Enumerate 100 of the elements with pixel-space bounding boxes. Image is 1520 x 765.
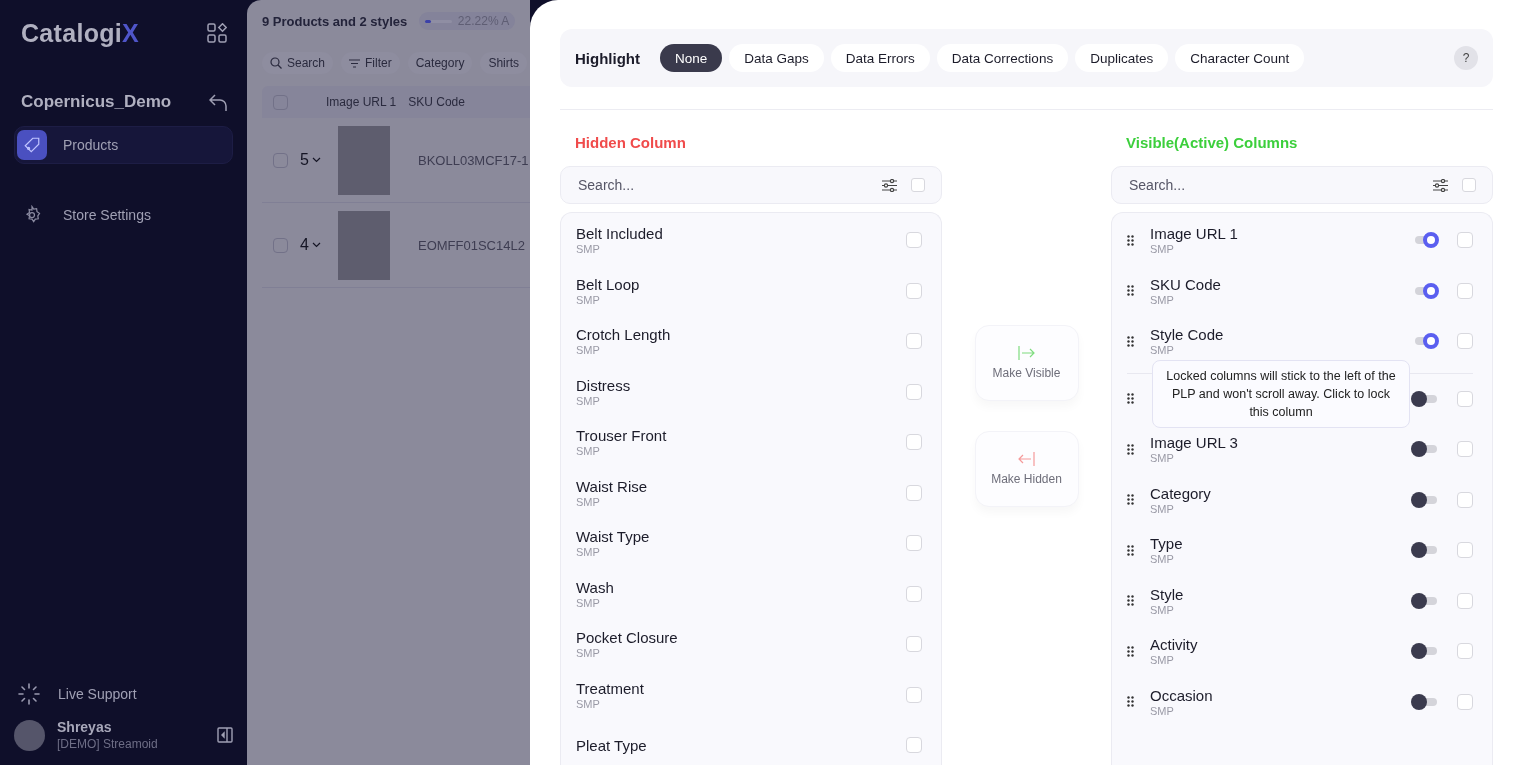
lock-toggle[interactable] xyxy=(1411,389,1439,408)
column-name: Occasion xyxy=(1150,686,1214,704)
column-source: SMP xyxy=(576,697,601,710)
help-button[interactable]: ? xyxy=(1454,46,1478,70)
lock-toggle[interactable] xyxy=(1411,591,1439,610)
drag-handle-icon[interactable] xyxy=(1127,393,1134,405)
table-cell: BKOLL03MCF17-1 xyxy=(418,152,529,168)
column-source: SMP xyxy=(576,344,601,357)
column-source: SMP xyxy=(1150,553,1175,566)
column-source: SMP xyxy=(1150,293,1175,306)
panel-title: Visible(Active) Columns xyxy=(1125,134,1299,153)
highlight-option[interactable]: Character Count xyxy=(1175,44,1305,72)
products-count-title: 9 Products and 2 styles xyxy=(262,13,408,29)
column-name: Waist Rise xyxy=(576,477,649,495)
column-source: SMP xyxy=(576,647,601,660)
arrow-right-icon xyxy=(1018,346,1035,360)
column-name: Belt Loop xyxy=(576,275,641,293)
column-name: Style Code xyxy=(1150,326,1225,344)
checkbox[interactable] xyxy=(273,152,288,168)
apps-grid-icon[interactable] xyxy=(207,23,227,43)
column-source: SMP xyxy=(576,243,601,256)
nav-item[interactable]: Products xyxy=(14,126,233,164)
drag-handle-icon[interactable] xyxy=(1127,285,1134,297)
photo-placeholder xyxy=(338,210,390,280)
photo-placeholder xyxy=(338,125,390,195)
column-source: SMP xyxy=(1150,344,1175,357)
search-field[interactable]: Search... xyxy=(1111,166,1493,204)
column-source: SMP xyxy=(576,293,601,306)
filter-icon xyxy=(349,58,361,68)
filter-sliders-icon[interactable] xyxy=(882,178,897,192)
column-source: SMP xyxy=(576,596,601,609)
column-header: SKU Code xyxy=(408,95,465,109)
filter-chip[interactable]: Category xyxy=(407,52,473,74)
user-org: [DEMO] Streamoid xyxy=(57,737,159,751)
table-cell: EOMFF01SC14L2 xyxy=(418,237,525,253)
column-name: Trouser Front xyxy=(576,427,668,445)
column-source: SMP xyxy=(576,394,601,407)
column-source: SMP xyxy=(1150,452,1175,465)
column-name: Belt Included xyxy=(576,225,664,243)
arrow-left-icon xyxy=(1018,452,1035,466)
tooltip: Locked columns will stick to the left of the PLP and won't scroll away. Click to lock this column xyxy=(1152,359,1410,428)
highlight-option[interactable]: Data Gaps xyxy=(729,44,824,72)
column-name: Activity xyxy=(1150,636,1199,654)
column-name: Treatment xyxy=(576,679,645,697)
column-name: Wash xyxy=(576,578,615,596)
lock-toggle[interactable] xyxy=(1411,642,1439,661)
lock-toggle[interactable] xyxy=(1411,541,1439,560)
search-button[interactable]: Search xyxy=(262,52,334,74)
highlight-option[interactable]: Data Errors xyxy=(830,44,930,72)
column-name: Category xyxy=(1150,484,1212,502)
column-name: Type xyxy=(1150,535,1184,553)
filter-button[interactable]: Filter xyxy=(341,52,400,74)
drag-handle-icon[interactable] xyxy=(1127,595,1134,607)
lock-toggle[interactable] xyxy=(1411,692,1439,711)
panel-title: Hidden Column xyxy=(574,134,687,153)
column-name: Waist Type xyxy=(576,528,651,546)
variant-count: 4 xyxy=(300,236,309,254)
back-arrow-icon[interactable] xyxy=(209,93,227,111)
drag-handle-icon[interactable] xyxy=(1127,544,1134,556)
checkbox[interactable] xyxy=(273,237,288,253)
column-source: SMP xyxy=(1150,654,1175,667)
column-source: SMP xyxy=(1150,704,1175,717)
drag-handle-icon[interactable] xyxy=(1127,645,1134,657)
highlight-title: Highlight xyxy=(575,49,640,67)
tag-icon xyxy=(23,136,41,154)
chevron-down-icon[interactable] xyxy=(311,242,321,248)
move-button[interactable]: Make Visible xyxy=(974,325,1079,401)
lock-toggle[interactable] xyxy=(1411,440,1439,459)
column-name: Crotch Length xyxy=(576,326,672,344)
column-name: SKU Code xyxy=(1150,275,1222,293)
user-name: Shreyas xyxy=(57,719,113,735)
highlight-option[interactable]: None xyxy=(660,44,723,72)
column-name: Pocket Closure xyxy=(576,629,679,647)
search-field[interactable]: Search... xyxy=(560,166,942,204)
drag-handle-icon[interactable] xyxy=(1127,335,1134,347)
variant-count: 5 xyxy=(300,151,309,169)
drag-handle-icon[interactable] xyxy=(1127,443,1134,455)
live-support-link[interactable]: Live Support xyxy=(58,686,137,702)
nav-item[interactable]: Store Settings xyxy=(14,196,233,234)
column-name: Distress xyxy=(576,376,632,394)
column-source: SMP xyxy=(1150,502,1175,515)
column-name: Style xyxy=(1150,585,1185,603)
workspace-name: Copernicus_Demo xyxy=(21,92,172,112)
drag-handle-icon[interactable] xyxy=(1127,234,1134,246)
drag-handle-icon[interactable] xyxy=(1127,696,1134,708)
drag-handle-icon[interactable] xyxy=(1127,494,1134,506)
highlight-option[interactable]: Duplicates xyxy=(1075,44,1169,72)
column-source: SMP xyxy=(576,546,601,559)
filter-chip[interactable]: Shirts xyxy=(480,52,528,74)
move-button[interactable]: Make Hidden xyxy=(974,431,1079,507)
filter-sliders-icon[interactable] xyxy=(1433,178,1448,192)
highlight-option[interactable]: Data Corrections xyxy=(936,44,1069,72)
nav-label: Products xyxy=(63,137,119,153)
search-input[interactable]: Search... xyxy=(576,176,868,194)
collapse-panel-icon[interactable] xyxy=(217,727,233,743)
avatar xyxy=(14,719,45,751)
lock-toggle[interactable] xyxy=(1411,490,1439,509)
column-source: SMP xyxy=(576,445,601,458)
chevron-down-icon[interactable] xyxy=(311,157,321,163)
search-input[interactable]: Search... xyxy=(1127,176,1419,194)
